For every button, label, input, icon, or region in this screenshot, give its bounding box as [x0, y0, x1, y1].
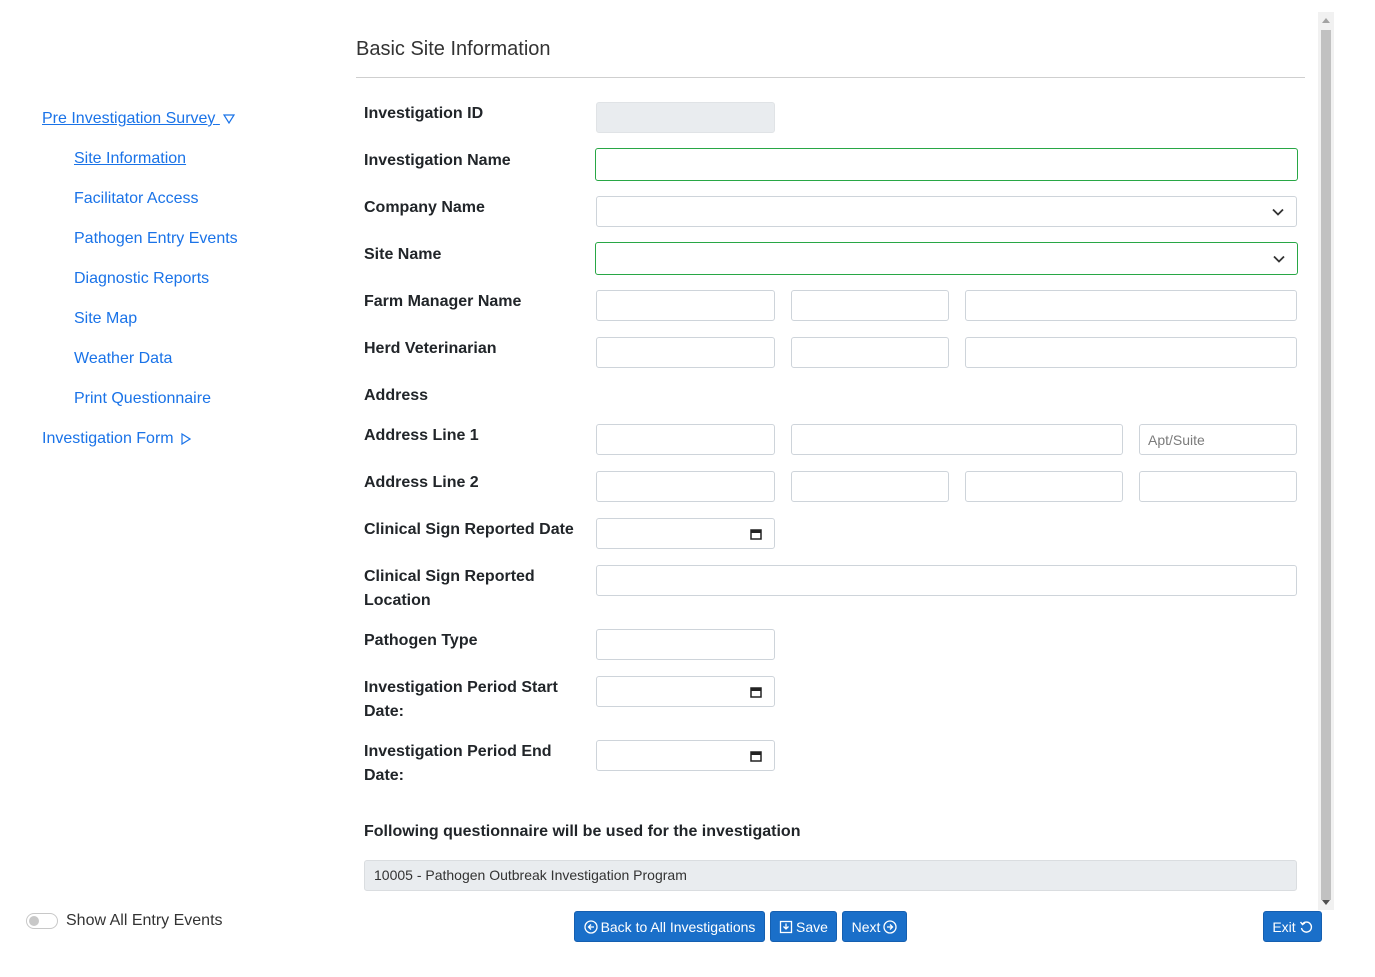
back-button-label: Back to All Investigations — [600, 918, 756, 935]
next-button[interactable]: Next — [842, 911, 907, 942]
next-button-label: Next — [851, 918, 881, 935]
label-investigation-name: Investigation Name — [364, 152, 511, 169]
show-all-entry-events: Show All Entry Events — [26, 912, 223, 930]
label-period-start-line1: Investigation Period Start — [364, 679, 558, 696]
save-icon — [779, 920, 793, 933]
show-all-entry-events-toggle[interactable] — [26, 913, 58, 929]
clinical-sign-date-field[interactable] — [596, 518, 775, 549]
page-title: Basic Site Information — [356, 38, 551, 60]
farm-manager-middle-name-field[interactable] — [791, 290, 949, 321]
scroll-up-arrow-icon[interactable] — [1322, 18, 1330, 23]
label-herd-veterinarian: Herd Veterinarian — [364, 340, 497, 357]
label-period-start-line2: Date: — [364, 703, 405, 720]
vertical-scrollbar[interactable] — [1318, 12, 1334, 910]
sidebar-item-site-map[interactable]: Site Map — [74, 310, 137, 328]
sidebar-item-weather-data[interactable]: Weather Data — [74, 350, 172, 368]
company-name-select[interactable] — [596, 196, 1297, 227]
nav-investigation-form-label: Investigation Form — [42, 430, 174, 447]
sidebar-nav: Pre Investigation Survey Site Informatio… — [0, 0, 330, 977]
save-button[interactable]: Save — [770, 911, 837, 942]
save-button-label: Save — [796, 918, 828, 935]
triangle-down-icon — [222, 114, 235, 124]
state-field[interactable] — [965, 471, 1123, 502]
label-address-line-2: Address Line 2 — [364, 474, 479, 491]
nav-pre-investigation-survey[interactable]: Pre Investigation Survey — [42, 110, 235, 128]
sidebar-item-facilitator-access[interactable]: Facilitator Access — [74, 190, 198, 208]
farm-manager-first-name-field[interactable] — [596, 290, 775, 321]
herd-vet-first-name-field[interactable] — [596, 337, 775, 368]
label-clinical-sign-location: Clinical Sign Reported Location — [364, 565, 535, 613]
sidebar-item-diagnostic-reports[interactable]: Diagnostic Reports — [74, 270, 209, 288]
exit-button-label: Exit — [1272, 918, 1296, 935]
chevron-down-icon — [1273, 255, 1285, 263]
address-line1-street-field[interactable] — [791, 424, 1123, 455]
rotate-icon — [1299, 920, 1312, 933]
chevron-down-icon — [1272, 208, 1284, 216]
label-period-end-line2: Date: — [364, 767, 405, 784]
label-site-name: Site Name — [364, 246, 442, 263]
triangle-right-icon — [181, 432, 192, 445]
label-clinical-sign-location-line2: Location — [364, 592, 431, 609]
questionnaire-field: 10005 - Pathogen Outbreak Investigation … — [364, 860, 1297, 891]
label-period-start: Investigation Period Start Date: — [364, 676, 558, 724]
farm-manager-last-name-field[interactable] — [965, 290, 1297, 321]
toggle-label: Show All Entry Events — [66, 912, 223, 929]
label-period-end: Investigation Period End Date: — [364, 740, 552, 788]
arrow-left-circle-icon — [583, 919, 598, 934]
period-start-date-field[interactable] — [596, 676, 775, 707]
label-investigation-id: Investigation ID — [364, 105, 484, 122]
city-field[interactable] — [596, 471, 775, 502]
label-farm-manager-name: Farm Manager Name — [364, 293, 522, 310]
scrollbar-thumb[interactable] — [1321, 30, 1331, 900]
address-line1-number-field[interactable] — [596, 424, 775, 455]
toggle-knob — [29, 916, 39, 926]
herd-vet-last-name-field[interactable] — [965, 337, 1297, 368]
calendar-icon[interactable] — [750, 750, 762, 762]
label-address: Address — [364, 387, 429, 404]
exit-button[interactable]: Exit — [1263, 911, 1322, 942]
site-name-select[interactable] — [595, 242, 1298, 275]
period-end-date-field[interactable] — [596, 740, 775, 771]
label-pathogen-type: Pathogen Type — [364, 632, 478, 649]
apt-suite-field[interactable] — [1139, 424, 1297, 455]
calendar-icon[interactable] — [750, 528, 762, 540]
label-period-end-line1: Investigation Period End — [364, 743, 552, 760]
label-clinical-sign-date: Clinical Sign Reported Date — [364, 521, 574, 538]
herd-vet-middle-name-field[interactable] — [791, 337, 949, 368]
investigation-name-field[interactable] — [595, 148, 1298, 181]
divider — [356, 77, 1305, 78]
label-company-name: Company Name — [364, 199, 485, 216]
nav-pre-investigation-label: Pre Investigation Survey — [42, 110, 216, 127]
county-field[interactable] — [791, 471, 949, 502]
label-address-line-1: Address Line 1 — [364, 427, 479, 444]
back-to-all-investigations-button[interactable]: Back to All Investigations — [574, 911, 765, 942]
arrow-right-circle-icon — [883, 919, 898, 934]
calendar-icon[interactable] — [750, 686, 762, 698]
label-clinical-sign-location-line1: Clinical Sign Reported — [364, 568, 535, 585]
zip-field[interactable] — [1139, 471, 1297, 502]
clinical-sign-location-field[interactable] — [596, 565, 1297, 596]
sidebar-item-pathogen-entry-events[interactable]: Pathogen Entry Events — [74, 230, 238, 248]
investigation-id-field — [596, 102, 775, 133]
sidebar-item-site-information[interactable]: Site Information — [74, 150, 186, 168]
scroll-down-arrow-icon[interactable] — [1322, 900, 1330, 905]
nav-investigation-form[interactable]: Investigation Form — [42, 430, 192, 448]
label-questionnaire: Following questionnaire will be used for… — [364, 823, 801, 840]
sidebar-item-print-questionnaire[interactable]: Print Questionnaire — [74, 390, 211, 408]
pathogen-type-field[interactable] — [596, 629, 775, 660]
